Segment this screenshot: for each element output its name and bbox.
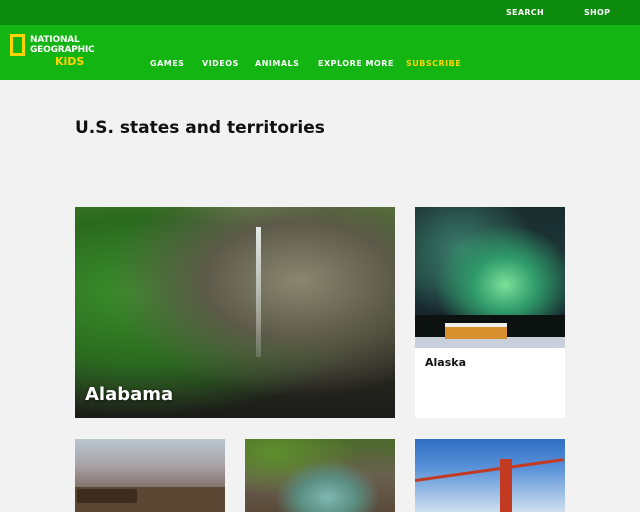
logo-text-geographic: GEOGRAPHIC [30,45,95,55]
state-card-canyon[interactable] [75,439,225,512]
search-link[interactable]: SEARCH [506,8,544,17]
nav-videos[interactable]: VIDEOS [202,59,239,68]
alaska-aurora-image [415,207,565,348]
nav-games[interactable]: GAMES [150,59,184,68]
cabin-shape [445,323,507,339]
page-title: U.S. states and territories [75,118,325,138]
natgeo-kids-logo[interactable]: NATIONAL GEOGRAPHIC KiDS [10,34,98,70]
overlook-shape [77,489,137,503]
card-label-alaska: Alaska [425,356,466,369]
state-card-stream[interactable] [245,439,395,512]
waterfall-shape [256,227,261,357]
canyon-image [75,439,225,512]
stream-rocks-image [245,439,395,512]
logo-text-kids: KiDS [55,55,85,68]
state-card-bridge[interactable] [415,439,565,512]
nav-explore-more[interactable]: EXPLORE MORE [318,59,394,68]
nav-subscribe[interactable]: SUBSCRIBE [406,59,461,68]
bridge-tower-shape [500,459,512,512]
card-label-alabama: Alabama [85,384,174,405]
state-card-alaska[interactable]: Alaska [415,207,565,418]
top-utility-bar: SEARCH SHOP [0,0,640,25]
logo-text-national: NATIONAL [30,35,80,45]
yellow-border-icon [10,34,25,56]
bridge-cable-shape [415,458,564,482]
shop-link[interactable]: SHOP [584,8,610,17]
nav-animals[interactable]: ANIMALS [255,59,299,68]
golden-gate-bridge-image [415,439,565,512]
state-card-alabama[interactable]: Alabama [75,207,395,418]
